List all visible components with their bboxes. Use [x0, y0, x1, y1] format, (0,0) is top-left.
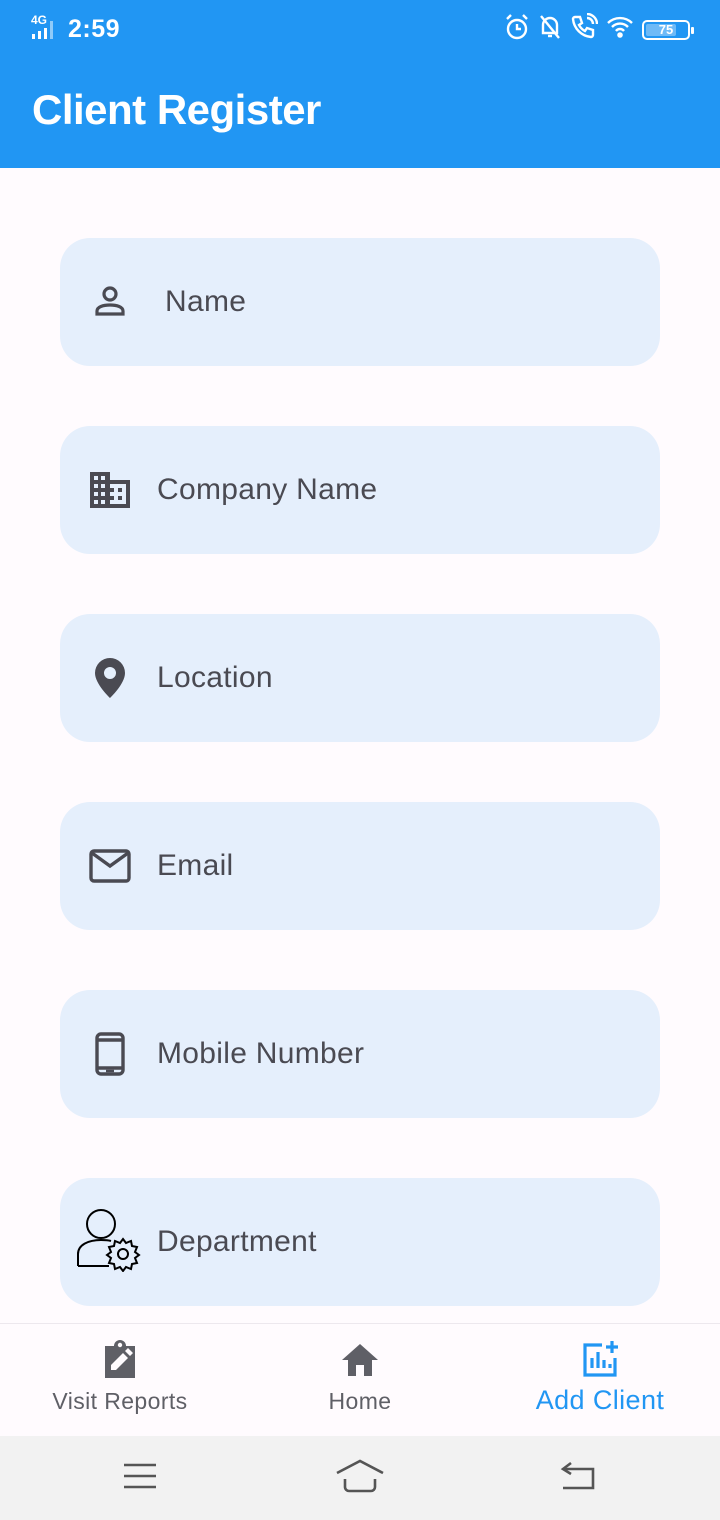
- status-right: 75: [504, 12, 694, 46]
- person-outline-icon: [86, 278, 134, 326]
- smartphone-icon: [86, 1030, 134, 1078]
- signal-4g-icon: 4G: [30, 12, 60, 47]
- nav-item-visit-reports[interactable]: Visit Reports: [0, 1324, 240, 1437]
- mobile-number-field[interactable]: Mobile Number: [60, 990, 660, 1118]
- page-title: Client Register: [32, 86, 321, 133]
- network-type-label: 4G: [31, 13, 47, 27]
- business-icon: [86, 466, 134, 514]
- home-icon: [341, 1340, 379, 1380]
- battery-icon: 75: [642, 19, 694, 40]
- status-left: 4G 2:59: [30, 12, 120, 47]
- department-placeholder: Department: [157, 1225, 317, 1258]
- recents-button[interactable]: [110, 1456, 170, 1500]
- location-field[interactable]: Location: [60, 614, 660, 742]
- name-placeholder: Name: [165, 285, 247, 318]
- status-time: 2:59: [68, 15, 121, 43]
- add-chart-icon: [580, 1340, 620, 1380]
- nav-label-visit-reports: Visit Reports: [52, 1388, 188, 1414]
- bottom-navigation: Visit Reports Home Add Client: [0, 1323, 720, 1436]
- assignment-edit-icon: [102, 1340, 138, 1380]
- nav-label-add-client: Add Client: [535, 1385, 665, 1415]
- company-name-placeholder: Company Name: [157, 473, 378, 506]
- menu-icon: [122, 1462, 158, 1495]
- mail-outline-icon: [86, 842, 134, 890]
- nav-item-home[interactable]: Home: [240, 1324, 480, 1437]
- email-field[interactable]: Email: [60, 802, 660, 930]
- location-placeholder: Location: [157, 661, 273, 694]
- name-field[interactable]: Name: [60, 238, 660, 366]
- wifi-call-icon: [570, 12, 599, 46]
- back-arrow-icon: [559, 1461, 597, 1496]
- nav-label-home: Home: [328, 1388, 392, 1414]
- system-home-button[interactable]: [330, 1456, 390, 1500]
- alarm-icon: [504, 13, 530, 46]
- company-name-field[interactable]: Company Name: [60, 426, 660, 554]
- user-settings-icon: [74, 1208, 144, 1272]
- status-bar: 4G 2:59 75: [0, 0, 720, 56]
- back-button[interactable]: [548, 1456, 608, 1500]
- mobile-number-placeholder: Mobile Number: [157, 1037, 365, 1070]
- department-field[interactable]: Department: [60, 1178, 660, 1306]
- app-header: 4G 2:59 75 Client Register: [0, 0, 720, 168]
- battery-level: 75: [658, 22, 674, 37]
- email-placeholder: Email: [157, 849, 234, 882]
- wifi-icon: [606, 15, 634, 44]
- client-register-form: Name Company Name Location Email Mobile …: [60, 238, 660, 1366]
- system-navigation-bar: [0, 1436, 720, 1520]
- nav-item-add-client[interactable]: Add Client: [480, 1324, 720, 1437]
- notifications-off-icon: [538, 13, 562, 46]
- home-outline-icon: [335, 1459, 385, 1498]
- location-pin-icon: [86, 654, 134, 702]
